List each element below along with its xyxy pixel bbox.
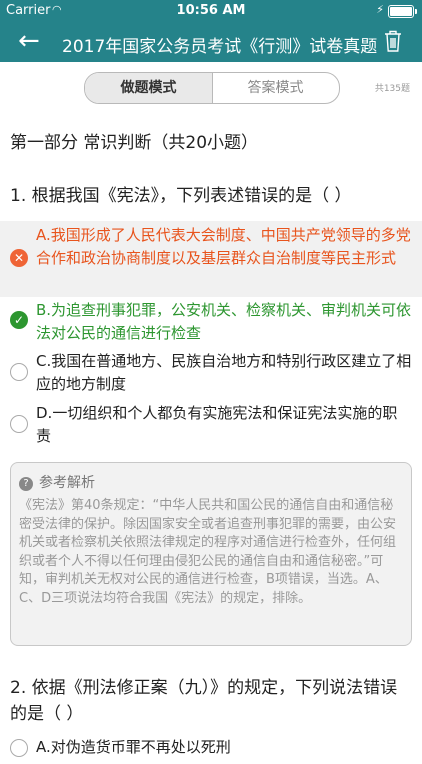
option-c-text: C.我国在普通地方、民族自治地方和特别行政区建立了相应的地方制度 (36, 352, 412, 393)
radio-icon (10, 363, 28, 381)
nav-bar: ← 2017年国家公务员考试《行测》试卷真题 (0, 22, 422, 62)
mode-bar: 做题模式 答案模式 共135题 (0, 62, 422, 112)
page-title: 2017年国家公务员考试《行测》试卷真题 (62, 37, 378, 57)
option-c[interactable]: C.我国在普通地方、民族自治地方和特别行政区建立了相应的地方制度 (0, 348, 422, 398)
section-title: 第一部分 常识判断（共20小题） (10, 133, 259, 153)
analysis-text: 《宪法》第40条规定：“中华人民共和国公民的通信自由和通信秘密受法律的保护。除因… (19, 498, 397, 606)
option-a-text: A.我国形成了人民代表大会制度、中国共产党领导的多党合作和政治协商制度以及基层群… (36, 226, 411, 267)
check-icon: ✓ (10, 311, 28, 329)
option-b-correct[interactable]: ✓ B.为追查刑事犯罪，公安机关、检察机关、审判机关可依法对公民的通信进行检查 (0, 297, 422, 347)
mode-segmented-control: 做题模式 答案模式 (84, 72, 340, 104)
question-2-title: 2. 依据《刑法修正案（九）》的规定，下列说法错误的是（ ） (10, 678, 398, 724)
question-count: 共135题 (374, 84, 410, 94)
practice-mode-tab[interactable]: 做题模式 (85, 73, 213, 103)
option-a-wrong[interactable]: ✕ A.我国形成了人民代表大会制度、中国共产党领导的多党合作和政治协商制度以及基… (0, 221, 422, 297)
back-arrow-icon[interactable]: ← (18, 28, 40, 54)
option-d-text: D.一切组织和个人都负有实施宪法和保证宪法实施的职责 (36, 404, 398, 445)
option-b-text: B.为追查刑事犯罪，公安机关、检察机关、审判机关可依法对公民的通信进行检查 (36, 301, 412, 342)
radio-icon (10, 739, 28, 757)
charging-icon: ⚡ (376, 3, 384, 16)
analysis-box: ? 参考解析 《宪法》第40条规定：“中华人民共和国公民的通信自由和通信秘密受法律… (10, 462, 412, 646)
q2-option-a-text: A.对伪造货币罪不再处以死刑 (36, 738, 231, 756)
q2-option-a[interactable]: A.对伪造货币罪不再处以死刑 (0, 734, 422, 764)
status-bar: Carrier ◠ 10:56 AM ⚡ (0, 0, 422, 22)
question-mark-icon: ? (19, 477, 33, 491)
question-1-title: 1. 根据我国《宪法》，下列表述错误的是（ ） (10, 186, 352, 206)
battery-icon (388, 5, 417, 18)
analysis-title: 参考解析 (39, 475, 95, 491)
analysis-header: ? 参考解析 (19, 472, 95, 492)
answer-mode-tab[interactable]: 答案模式 (212, 73, 339, 103)
wrong-x-icon: ✕ (10, 249, 28, 267)
status-time: 10:56 AM (176, 3, 246, 18)
radio-icon (10, 415, 28, 433)
trash-icon[interactable] (384, 30, 402, 52)
option-d[interactable]: D.一切组织和个人都负有实施宪法和保证宪法实施的职责 (0, 401, 422, 451)
